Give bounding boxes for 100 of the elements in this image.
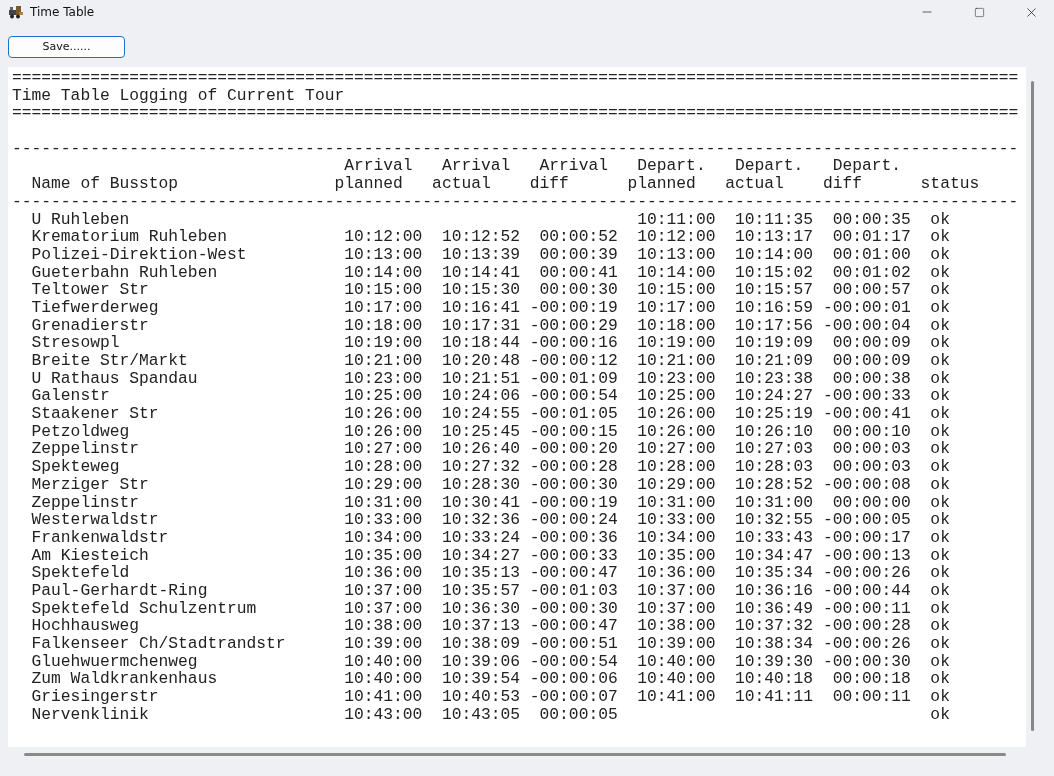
table-cell-text: Stresowpl [31,334,121,352]
table-cell-text: ok [930,581,951,600]
table-cell-text: 10:38:34 [734,635,815,653]
table-cell-text: 10:11:00 [637,210,717,229]
table-cell-text: 10:17:00 [344,298,424,317]
table-cell-text: U Rathaus Spandau [31,369,199,388]
table-cell-text: 10:37:00 [637,581,717,600]
table-cell-text: 00:00:57 [831,281,911,299]
separator-line: ======================================================================================================= [12,69,1020,87]
table-cell-text: 10:27:00 [344,440,424,459]
table-cell-text: 10:37:00 [344,581,424,600]
table-cell-text: 10:33:43 [734,528,815,547]
table-cell: -00:00:28 [529,458,618,476]
table-cell: -00:00:54 [529,387,618,406]
table-cell-text: ok [930,670,951,689]
table-cell-text: 10:26:00 [637,422,717,441]
table-cell: -00:00:20 [529,440,618,459]
table-cell-text: ok [930,546,951,565]
table-cell: -00:00:05 [822,511,911,529]
table-cell-text: 00:00:09 [831,352,911,370]
table-cell-text: 10:12:00 [637,228,717,246]
table-cell-text: Zum Waldkrankenhaus [31,670,219,689]
separator-line: ------------------------------------------------------------------------------------------------------- [12,192,1020,211]
table-cell: -00:00:30 [529,599,618,618]
table-cell-text: 00:00:35 [831,210,911,229]
table-cell-text: Krematorium Ruhleben [31,228,228,246]
table-cell-text: 10:40:00 [344,670,424,689]
table-cell-text: 10:12:00 [344,228,424,246]
table-cell-text: 10:35:13 [441,564,522,582]
table-cell-text: 10:37:32 [734,617,815,635]
table-cell-text: 10:28:52 [734,475,815,494]
table-cell: -00:00:17 [822,528,911,547]
table-cell-text: 10:36:49 [734,599,815,618]
table-cell: -00:00:01 [822,298,911,317]
save-button[interactable]: Save...... [8,35,125,58]
table-cell-text: Merziger Str [31,475,150,494]
table-cell-text: ok [930,210,951,229]
table-cell-text: 10:19:00 [637,334,717,352]
table-cell-text: 10:40:18 [734,670,815,689]
vertical-scrollbar[interactable] [1031,81,1034,731]
table-cell: -00:00:30 [529,475,618,494]
table-cell-text: 10:34:00 [637,528,717,547]
table-cell-text: 10:24:06 [441,387,522,406]
table-cell-text: 10:21:00 [637,352,717,370]
table-cell-text: 10:35:34 [734,564,815,582]
locomotive-icon [8,5,24,19]
table-cell-text: 10:27:32 [441,458,522,476]
table-cell-text: ok [930,245,951,264]
table-cell-text: Spektefeld [31,564,131,582]
table-cell-text: 10:24:27 [734,387,815,406]
table-cell: -00:01:05 [529,405,618,423]
table-cell-text: ok [930,369,951,388]
table-cell-text: Galenstr [31,387,111,406]
table-cell-text: 10:43:00 [344,705,424,724]
table-cell-text: 10:25:00 [344,387,424,406]
table-cell-text: 10:34:00 [344,528,424,547]
table-cell-text: ok [930,652,951,671]
column-header: Depart. [832,157,903,176]
table-cell-text: 10:39:54 [441,670,522,689]
table-cell-text: 10:26:00 [344,422,424,441]
table-cell-text: Griesingerstr [31,688,160,706]
table-cell-text: 10:34:27 [441,546,522,565]
table-cell-text: ok [930,387,951,406]
table-cell-text: 10:13:17 [734,228,815,246]
table-cell: -00:00:47 [529,617,618,635]
table-cell-text: 10:12:52 [441,228,522,246]
table-cell: -00:00:11 [822,599,911,618]
table-cell: -00:01:09 [529,369,618,388]
table-cell-text: 10:29:00 [637,475,717,494]
table-cell-text: 10:36:00 [344,564,424,582]
table-cell-text: 10:40:00 [344,652,424,671]
table-cell-text: 10:28:30 [441,475,522,494]
table-cell-text: ok [930,599,951,618]
table-cell-text: 10:34:47 [734,546,815,565]
table-cell-text: 00:00:41 [538,263,618,282]
table-cell-text: ok [930,422,951,441]
table-cell-text: ok [930,705,951,724]
table-cell-text: ok [930,316,951,335]
table-cell-text: ok [930,263,951,282]
table-cell-text: 10:37:00 [344,599,424,618]
table-cell-text: 10:26:00 [637,405,717,423]
table-cell-text: 10:26:00 [344,405,424,423]
table-cell-text: 10:39:06 [441,652,522,671]
table-cell-text: 10:15:02 [734,263,815,282]
table-cell: -00:00:08 [822,475,911,494]
table-cell: -00:00:44 [822,581,911,600]
table-cell-text: 10:26:10 [734,422,815,441]
column-header: Depart. [637,157,707,176]
window-title: Time Table [30,5,96,19]
table-cell-text: 00:00:52 [538,228,618,246]
table-cell-text: 10:35:57 [441,581,522,600]
table-cell: -00:00:12 [529,352,618,370]
table-cell-text: 00:00:09 [831,334,911,352]
table-cell-text: 00:01:17 [831,228,911,246]
table-cell-text: 00:00:03 [831,458,911,476]
table-cell-text: 10:15:00 [344,281,424,299]
table-cell-text: 10:33:24 [441,528,522,547]
table-cell-text: 10:16:41 [441,298,522,317]
table-cell-text: Westerwaldstr [31,511,160,529]
horizontal-scrollbar[interactable] [24,753,1006,756]
